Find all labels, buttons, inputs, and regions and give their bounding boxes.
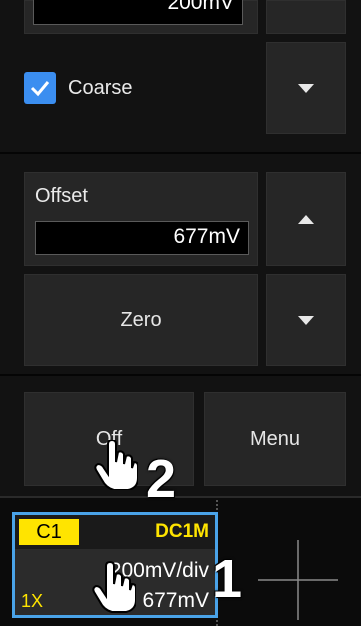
scale-value-field[interactable]: 200mV: [33, 0, 243, 25]
grid-crosshair-icon: [258, 540, 338, 620]
chevron-down-icon: [298, 315, 314, 325]
probe-label: 1X: [21, 591, 44, 611]
scale-down-button[interactable]: [266, 42, 346, 134]
section-divider: [0, 152, 361, 154]
coarse-label: Coarse: [68, 77, 133, 99]
menu-label: Menu: [249, 427, 301, 450]
offset-value-field[interactable]: 677mV: [35, 221, 249, 255]
channel-badge: C1: [19, 519, 79, 545]
channel-menu-button[interactable]: Menu: [204, 392, 346, 486]
control-panel: 200mV Coarse Offset 677mV Zero Off Menu: [0, 0, 361, 626]
scale-value: 200mV: [167, 0, 234, 14]
callout-one: 1: [212, 549, 243, 609]
callout-two: 2: [146, 449, 177, 509]
zero-button[interactable]: Zero: [24, 274, 258, 366]
offset-box[interactable]: Offset 677mV: [24, 172, 258, 266]
section-divider: [0, 374, 361, 376]
channel-name: C1: [36, 520, 62, 543]
chevron-up-icon: [298, 214, 314, 224]
scale-up-button[interactable]: [266, 0, 346, 34]
offset-readout: 677mV: [142, 589, 209, 612]
offset-label: Offset: [35, 185, 88, 207]
chevron-down-icon: [298, 83, 314, 93]
coupling-label: DC1M: [155, 521, 209, 542]
scale-adjust-box[interactable]: 200mV: [24, 0, 258, 34]
offset-down-button[interactable]: [266, 274, 346, 366]
offset-up-button[interactable]: [266, 172, 346, 266]
hand-cursor-icon: [94, 440, 138, 490]
zero-label: Zero: [120, 308, 162, 331]
hand-cursor-icon: [92, 560, 136, 613]
coarse-checkbox[interactable]: [24, 72, 56, 104]
checkmark-icon: [30, 81, 50, 97]
offset-value: 677mV: [173, 225, 240, 248]
